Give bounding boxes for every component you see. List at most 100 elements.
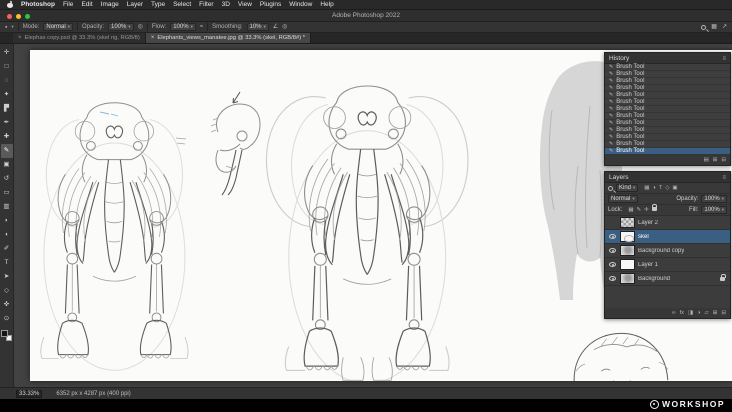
- marquee-tool[interactable]: □: [1, 60, 13, 74]
- workspace-switcher-icon[interactable]: [711, 22, 717, 32]
- tab-elephants-views[interactable]: Elephants_views_manatee.jpg @ 33.3% (ske…: [145, 33, 312, 43]
- lock-position-icon[interactable]: [644, 207, 649, 213]
- layer-thumbnail[interactable]: [620, 231, 635, 242]
- zoom-tool[interactable]: ⊙: [1, 312, 13, 326]
- filter-shape-layers-icon[interactable]: [665, 185, 669, 191]
- menu-type[interactable]: Type: [151, 0, 165, 10]
- filter-smart-objects-icon[interactable]: [672, 185, 677, 191]
- filter-adjustment-layers-icon[interactable]: [652, 185, 655, 191]
- opacity-select[interactable]: 100%: [108, 23, 134, 31]
- layer-row-background-copy[interactable]: Background copy: [605, 244, 730, 258]
- clone-stamp-tool[interactable]: ▣: [1, 158, 13, 172]
- close-window-button[interactable]: [7, 13, 12, 19]
- menu-view[interactable]: View: [238, 0, 252, 10]
- layer-row-layer2[interactable]: Layer 2: [605, 216, 730, 230]
- blend-mode-select[interactable]: Normal: [43, 23, 73, 31]
- menu-window[interactable]: Window: [289, 0, 312, 10]
- pressure-opacity-icon[interactable]: [138, 22, 143, 32]
- brush-angle-icon[interactable]: [273, 22, 278, 32]
- layer-blend-mode-select[interactable]: Normal: [608, 195, 638, 203]
- adjustment-layer-icon[interactable]: [697, 310, 700, 316]
- menu-photoshop[interactable]: Photoshop: [21, 0, 55, 10]
- history-step[interactable]: Brush Tool: [605, 141, 730, 148]
- type-tool[interactable]: T: [1, 256, 13, 270]
- pressure-size-icon[interactable]: [282, 22, 287, 32]
- layer-effects-icon[interactable]: [680, 310, 684, 316]
- visibility-toggle[interactable]: [608, 262, 617, 267]
- create-snapshot-icon[interactable]: [713, 157, 718, 163]
- apple-menu-icon[interactable]: [7, 1, 13, 8]
- history-step[interactable]: Brush Tool: [605, 113, 730, 120]
- history-step[interactable]: Brush Tool: [605, 106, 730, 113]
- path-selection-tool[interactable]: ➤: [1, 270, 13, 284]
- menu-edit[interactable]: Edit: [81, 0, 92, 10]
- link-layers-icon[interactable]: [672, 310, 676, 316]
- history-step[interactable]: Brush Tool: [605, 127, 730, 134]
- delete-layer-icon[interactable]: [721, 310, 726, 316]
- document-info[interactable]: 6352 px x 4287 px (400 ppi): [56, 391, 130, 397]
- menu-filter[interactable]: Filter: [199, 0, 213, 10]
- menu-select[interactable]: Select: [173, 0, 191, 10]
- panel-menu-icon[interactable]: [722, 55, 726, 62]
- share-icon[interactable]: [722, 22, 727, 32]
- history-step[interactable]: Brush Tool: [605, 78, 730, 85]
- history-step[interactable]: Brush Tool: [605, 85, 730, 92]
- lasso-tool[interactable]: ◌: [1, 74, 13, 88]
- layer-thumbnail[interactable]: [620, 273, 635, 284]
- history-step-current[interactable]: Brush Tool: [605, 148, 730, 155]
- filter-kind-select[interactable]: Kind: [616, 184, 639, 192]
- close-icon[interactable]: [151, 35, 155, 41]
- panel-menu-icon[interactable]: [722, 174, 726, 181]
- layer-thumbnail[interactable]: [620, 245, 635, 256]
- smoothing-select[interactable]: 10%: [246, 23, 269, 31]
- new-layer-icon[interactable]: [713, 310, 718, 316]
- flow-select[interactable]: 100%: [170, 23, 196, 31]
- quick-selection-tool[interactable]: ✦: [1, 88, 13, 102]
- history-step[interactable]: Brush Tool: [605, 71, 730, 78]
- add-layer-mask-icon[interactable]: [688, 310, 693, 316]
- blur-tool[interactable]: ◗: [1, 214, 13, 228]
- healing-brush-tool[interactable]: ✚: [1, 130, 13, 144]
- move-tool[interactable]: ✛: [1, 46, 13, 60]
- foreground-color-swatch[interactable]: [1, 330, 8, 337]
- brush-tool[interactable]: ✎: [0, 144, 13, 158]
- menu-layer[interactable]: Layer: [127, 0, 143, 10]
- pen-tool[interactable]: ✐: [1, 242, 13, 256]
- zoom-level-input[interactable]: 33.33%: [16, 389, 43, 398]
- layers-panel-header[interactable]: Layers: [605, 172, 730, 183]
- lock-transparency-icon[interactable]: [628, 207, 633, 213]
- layer-fill-select[interactable]: 100%: [701, 206, 727, 214]
- layer-row-skel[interactable]: skel: [605, 230, 730, 244]
- dodge-tool[interactable]: ◖: [1, 228, 13, 242]
- menu-image[interactable]: Image: [101, 0, 119, 10]
- gradient-tool[interactable]: ▥: [1, 200, 13, 214]
- eraser-tool[interactable]: ▭: [1, 186, 13, 200]
- minimize-window-button[interactable]: [16, 13, 21, 19]
- brush-preset-icon[interactable]: [5, 22, 7, 32]
- history-step[interactable]: Brush Tool: [605, 120, 730, 127]
- zoom-window-button[interactable]: [25, 13, 30, 19]
- shape-tool[interactable]: ◇: [1, 284, 13, 298]
- menu-plugins[interactable]: Plugins: [260, 0, 281, 10]
- menu-file[interactable]: File: [63, 0, 73, 10]
- filter-type-layers-icon[interactable]: [659, 185, 662, 191]
- lock-pixels-icon[interactable]: [637, 207, 642, 213]
- crop-tool[interactable]: ▛: [1, 102, 13, 116]
- history-step[interactable]: Brush Tool: [605, 64, 730, 71]
- layer-thumbnail[interactable]: [620, 259, 635, 270]
- new-document-from-state-icon[interactable]: [704, 157, 709, 163]
- visibility-toggle[interactable]: [608, 248, 617, 253]
- layer-row-background[interactable]: Background: [605, 272, 730, 286]
- hand-tool[interactable]: ✜: [1, 298, 13, 312]
- menu-help[interactable]: Help: [320, 0, 333, 10]
- history-step[interactable]: Brush Tool: [605, 99, 730, 106]
- visibility-toggle[interactable]: [608, 234, 617, 239]
- visibility-toggle[interactable]: [608, 220, 617, 225]
- history-brush-tool[interactable]: ↺: [1, 172, 13, 186]
- layer-thumbnail[interactable]: [620, 217, 635, 228]
- airbrush-icon[interactable]: [200, 22, 203, 32]
- color-swatches[interactable]: [1, 330, 12, 341]
- new-group-icon[interactable]: [705, 310, 709, 316]
- filter-pixel-layers-icon[interactable]: [644, 185, 649, 191]
- visibility-toggle[interactable]: [608, 276, 617, 281]
